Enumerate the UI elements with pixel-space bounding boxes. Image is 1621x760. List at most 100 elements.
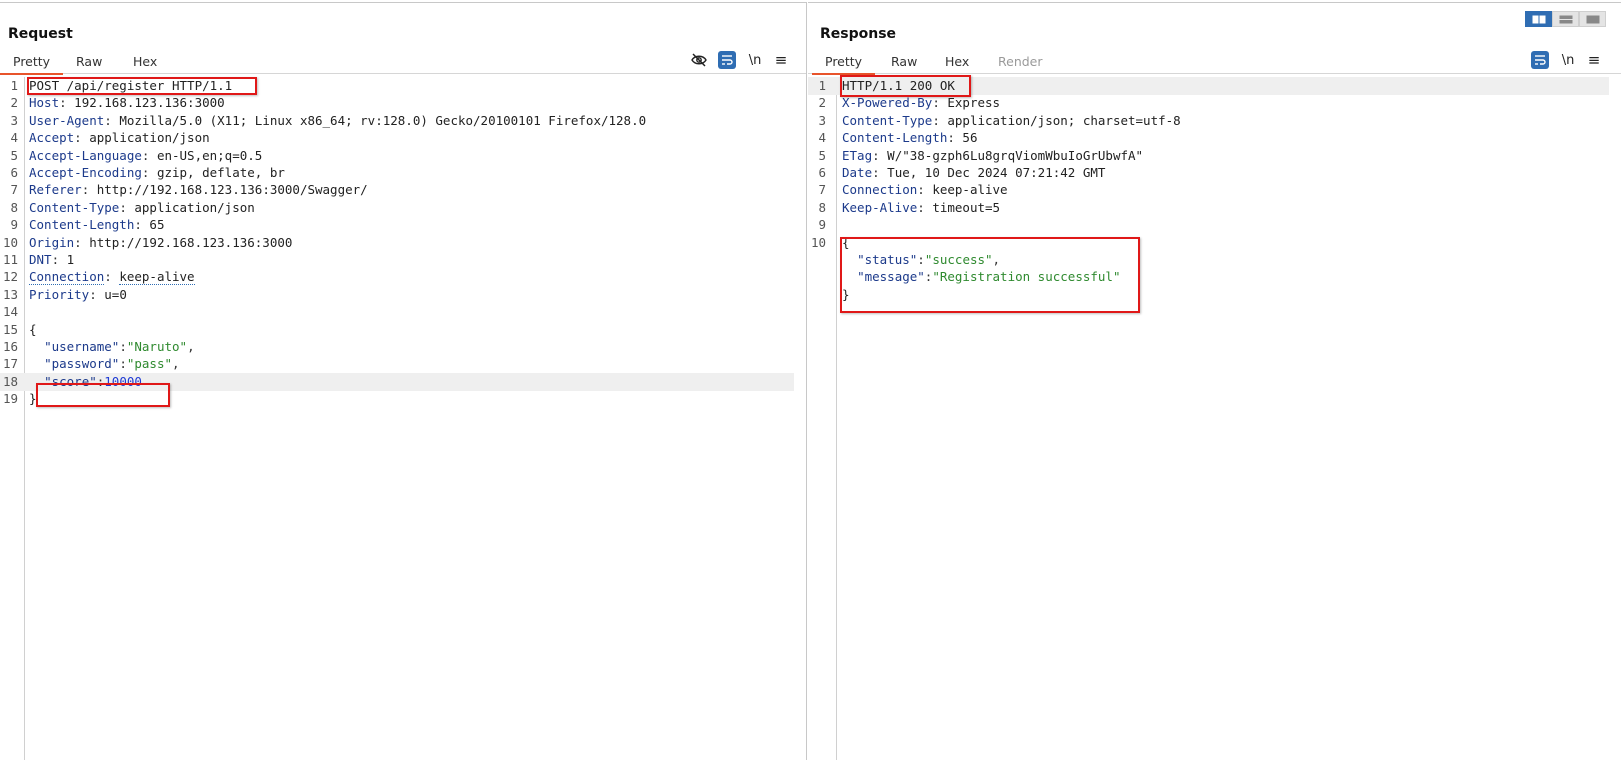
code-text: Connection: keep-alive — [29, 268, 195, 286]
header-value: 192.168.123.136:3000 — [74, 95, 225, 111]
json-string-value: "Naruto" — [126, 339, 188, 354]
json-colon: : — [917, 252, 925, 267]
header-value: keep-alive — [119, 269, 195, 286]
json-string-value: "pass" — [126, 356, 173, 372]
request-tab-raw[interactable]: Raw — [76, 54, 102, 69]
wrap-icon[interactable] — [718, 51, 736, 69]
code-line: } — [808, 286, 1609, 304]
code-text: "username":"Naruto", — [29, 338, 195, 356]
response-tab-raw[interactable]: Raw — [891, 54, 917, 69]
header-value: 65 — [149, 217, 165, 233]
line-number: 5 — [10, 147, 18, 163]
json-string-value: "success" — [924, 252, 993, 267]
json-key: "password" — [44, 356, 120, 372]
header-name: ETag — [842, 147, 873, 163]
code-line: 3 Content-Type: application/json; charset… — [808, 112, 1609, 130]
menu-icon[interactable]: ≡ — [772, 51, 790, 69]
header-separator: : — [932, 112, 948, 128]
code-text: Accept: application/json — [29, 129, 210, 147]
code-line: 9 Content-Length: 65 — [0, 216, 794, 234]
line-number: 4 — [818, 130, 826, 146]
header-name: Accept — [29, 130, 75, 146]
header-separator: : — [872, 147, 888, 163]
eye-slash-icon[interactable] — [690, 51, 708, 69]
header-name: Content-Type — [842, 112, 933, 128]
code-line: 11 DNT: 1 — [0, 251, 794, 269]
response-pane: Response Pretty Raw Hex Render \n ≡ 1 HTT… — [808, 2, 1621, 760]
code-line: 10 Origin: http://192.168.123.136:3000 — [0, 234, 794, 252]
code-line: 7 Connection: keep-alive — [808, 181, 1609, 199]
request-tab-pretty[interactable]: Pretty — [0, 54, 64, 75]
raw-text: { — [842, 234, 850, 250]
line-number: 11 — [2, 252, 18, 267]
header-value: application/json; charset=utf-8 — [947, 112, 1181, 128]
header-value: http://192.168.123.136:3000 — [89, 234, 293, 250]
raw-text: } — [29, 391, 37, 407]
raw-text: HTTP/1.1 200 OK — [842, 78, 955, 93]
newline-icon[interactable]: \n — [1559, 51, 1577, 69]
raw-text: { — [29, 321, 37, 337]
line-number: 12 — [2, 269, 18, 285]
code-text: HTTP/1.1 200 OK — [842, 77, 955, 95]
header-separator: : — [932, 95, 948, 111]
json-key: "status" — [857, 252, 918, 267]
header-value: Mozilla/5.0 (X11; Linux x86_64; rv:128.0… — [119, 112, 647, 128]
header-value: W/"38-gzph6Lu8grqViomWbuIoGrUbwfA" — [887, 147, 1144, 163]
header-value: gzip, deflate, br — [156, 165, 285, 180]
response-title: Response — [820, 26, 897, 42]
header-name: Accept-Language — [29, 147, 142, 163]
code-line: "message":"Registration successful" — [808, 268, 1609, 286]
wrap-icon[interactable] — [1531, 51, 1549, 69]
header-name: Origin — [29, 234, 75, 250]
line-number: 9 — [10, 217, 18, 233]
code-text: Referer: http://192.168.123.136:3000/Swa… — [29, 181, 368, 199]
response-tab-pretty[interactable]: Pretty — [812, 54, 876, 75]
layout-top-bottom-icon[interactable] — [1552, 11, 1579, 27]
layout-side-by-side-icon[interactable] — [1525, 11, 1552, 27]
header-name: Host — [29, 95, 60, 111]
response-editor[interactable]: 1 HTTP/1.1 200 OK 2 X-Powered-By: Express 3 C… — [808, 75, 1621, 760]
code-text: "password":"pass", — [29, 355, 179, 373]
line-number: 5 — [818, 147, 826, 163]
header-separator: : — [89, 286, 105, 302]
header-separator: : — [917, 199, 933, 215]
code-line: 3 User-Agent: Mozilla/5.0 (X11; Linux x86… — [0, 112, 794, 130]
code-line: 9 — [808, 216, 1609, 234]
code-line: 7 Referer: http://192.168.123.136:3000/Sw… — [0, 181, 794, 199]
request-title: Request — [8, 26, 73, 42]
request-tab-hex[interactable]: Hex — [133, 54, 157, 69]
code-text: Origin: http://192.168.123.136:3000 — [29, 234, 292, 252]
newline-icon[interactable]: \n — [746, 51, 764, 69]
code-text: Date: Tue, 10 Dec 2024 07:21:42 GMT — [842, 164, 1105, 182]
header-name: Connection — [29, 269, 105, 286]
response-tab-hex[interactable]: Hex — [945, 54, 969, 69]
header-value: 56 — [962, 130, 978, 146]
header-value: Express — [947, 95, 1001, 111]
line-number: 10 — [810, 234, 826, 250]
line-number: 16 — [2, 339, 18, 354]
line-number: 8 — [10, 199, 18, 215]
code-text: X-Powered-By: Express — [842, 94, 1000, 112]
code-text: } — [842, 286, 850, 304]
json-colon: : — [119, 339, 127, 354]
code-line: 4 Content-Length: 56 — [808, 129, 1609, 147]
line-number: 2 — [818, 95, 826, 111]
code-line: 8 Keep-Alive: timeout=5 — [808, 199, 1609, 217]
line-number: 9 — [818, 217, 826, 233]
menu-icon[interactable]: ≡ — [1585, 51, 1603, 69]
header-value: Tue, 10 Dec 2024 07:21:42 GMT — [887, 165, 1106, 180]
code-text: Host: 192.168.123.136:3000 — [29, 94, 225, 112]
header-separator: : — [59, 95, 75, 111]
line-number: 7 — [10, 182, 18, 198]
header-separator: : — [141, 165, 157, 180]
code-line: 19} — [0, 390, 794, 408]
code-text: ETag: W/"38-gzph6Lu8grqViomWbuIoGrUbwfA" — [842, 147, 1143, 165]
code-line: 1 POST /api/register HTTP/1.1 — [0, 77, 794, 95]
code-line: 6 Accept-Encoding: gzip, deflate, br — [0, 164, 794, 182]
code-line: 2 Host: 192.168.123.136:3000 — [0, 94, 794, 112]
layout-single-icon[interactable] — [1579, 11, 1606, 27]
line-number: 2 — [10, 95, 18, 111]
line-number: 7 — [818, 182, 826, 198]
code-text: Content-Length: 65 — [29, 216, 164, 234]
request-editor[interactable]: 1 POST /api/register HTTP/1.1 2 Host: 192.1… — [0, 77, 806, 760]
